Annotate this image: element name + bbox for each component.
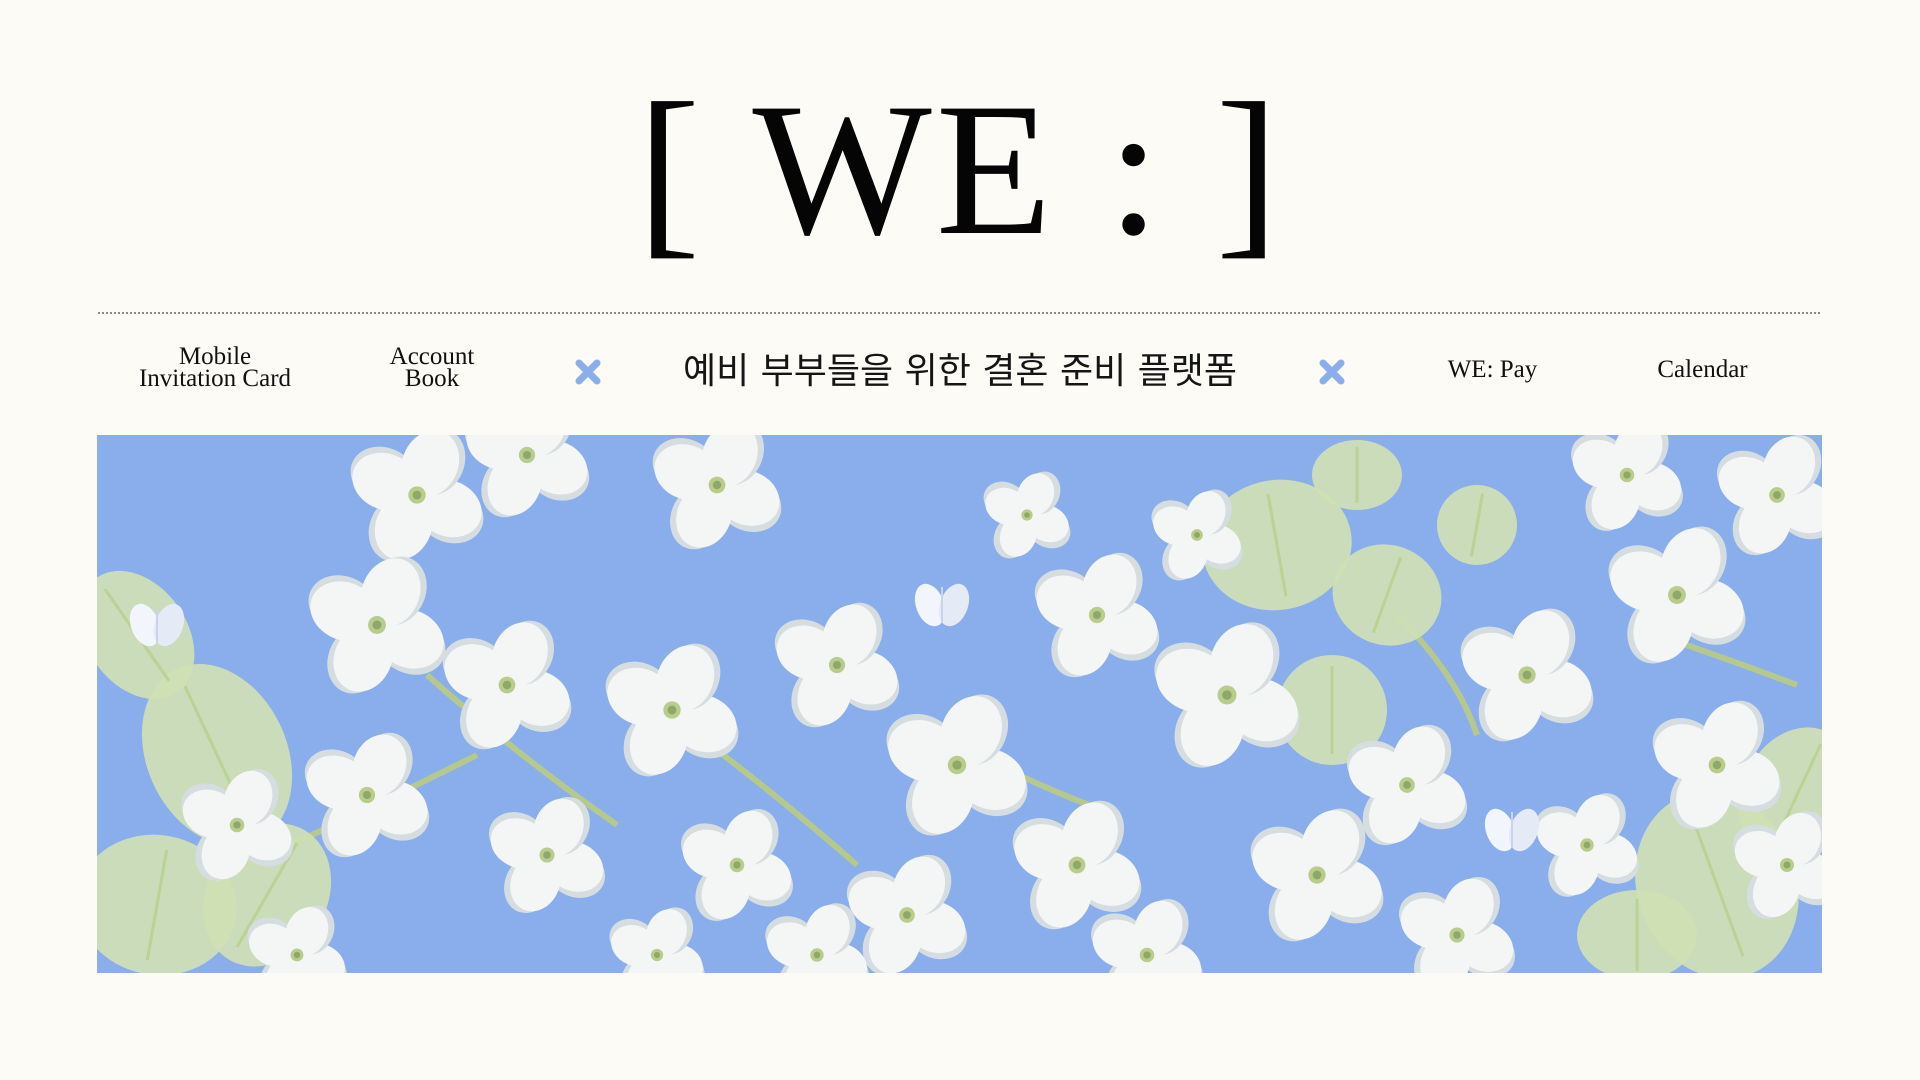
- flower-center-dot: [1194, 532, 1200, 538]
- flower-center-dot: [1024, 512, 1030, 518]
- flower-center-dot: [233, 821, 241, 829]
- flower-center-dot: [1143, 951, 1151, 959]
- flower-center-dot: [1773, 491, 1781, 499]
- flower-center-dot: [362, 790, 372, 800]
- flower-center-dot: [952, 760, 962, 770]
- flower-center-dot: [667, 705, 677, 715]
- flower-center-dot: [1312, 870, 1322, 880]
- x-icon: [1319, 359, 1345, 385]
- nav-account-book-line2: Book: [404, 365, 460, 392]
- nav-calendar[interactable]: Calendar: [1630, 356, 1775, 383]
- flower-center-dot: [1222, 690, 1232, 700]
- brand-logo[interactable]: [ WE : ]: [0, 70, 1920, 270]
- nav-we-pay[interactable]: WE: Pay: [1420, 356, 1565, 383]
- flower-center-dot: [832, 660, 842, 670]
- flower-center-dot: [1403, 781, 1411, 789]
- flower-center-dot: [813, 951, 821, 959]
- platform-tagline: 예비 부부들을 위한 결혼 준비 플랫폼: [682, 351, 1238, 392]
- flower-center-dot: [1783, 861, 1791, 869]
- hero-banner: [97, 435, 1822, 973]
- flower-center-dot: [1672, 590, 1682, 600]
- flower-center-dot: [1712, 760, 1722, 770]
- nav-calendar-label: Calendar: [1657, 356, 1748, 383]
- nav-we-pay-label: WE: Pay: [1447, 356, 1538, 383]
- flower-center-dot: [543, 851, 551, 859]
- flower-center-dot: [293, 951, 301, 959]
- flower-center-dot: [1092, 610, 1102, 620]
- flower-center-dot: [1623, 471, 1631, 479]
- flower-center-dot: [903, 911, 911, 919]
- header-divider: [98, 312, 1820, 314]
- flower-center-dot: [712, 480, 722, 490]
- flower-center-dot: [1522, 670, 1532, 680]
- x-icon: [575, 359, 601, 385]
- nav-mobile-invitation-card[interactable]: Mobile Invitation Card: [120, 344, 310, 392]
- flower-center-dot: [412, 490, 422, 500]
- flower-center-dot: [1072, 860, 1082, 870]
- flower-center-dot: [1453, 931, 1461, 939]
- flower-center-dot: [733, 861, 741, 869]
- flower-center-dot: [502, 680, 512, 690]
- nav-mobile-invitation-line2: Invitation Card: [138, 365, 292, 392]
- nav-account-book[interactable]: Account Book: [362, 344, 502, 392]
- flower-center-dot: [372, 620, 382, 630]
- flower-center-dot: [1583, 841, 1591, 849]
- flower-center-dot: [653, 951, 661, 959]
- flower-center-dot: [522, 450, 532, 460]
- hydrangea-illustration: [97, 435, 1822, 973]
